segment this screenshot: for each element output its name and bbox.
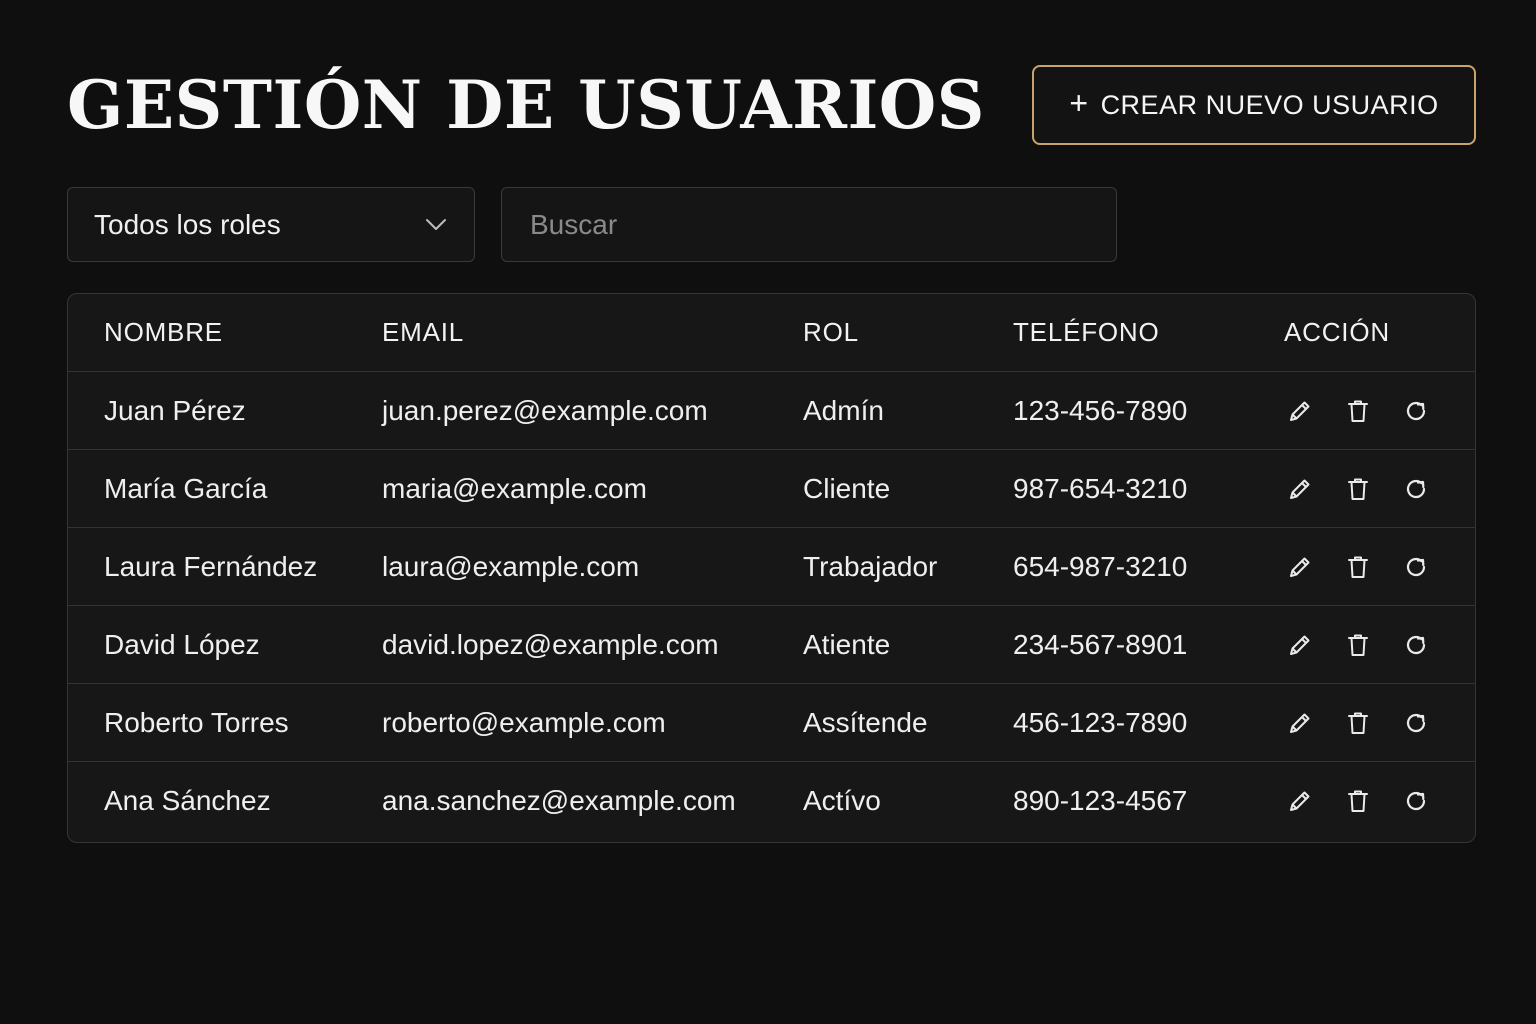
user-role: Admín — [803, 394, 884, 426]
delete-button[interactable] — [1344, 475, 1372, 503]
table-header-row: NOMBRE EMAIL ROL TELÉFONO ACCIÓN — [68, 294, 1475, 372]
reset-button[interactable] — [1402, 397, 1430, 425]
trash-icon — [1348, 712, 1368, 734]
user-phone: 456-123-7890 — [1013, 706, 1188, 738]
refresh-icon — [1406, 557, 1426, 576]
reset-button[interactable] — [1402, 631, 1430, 659]
trash-icon — [1348, 478, 1368, 500]
user-email: laura@example.com — [382, 550, 640, 582]
user-email: maria@example.com — [382, 472, 647, 504]
user-phone: 123-456-7890 — [1013, 394, 1188, 426]
role-filter-select[interactable]: Todos los roles — [67, 187, 475, 262]
user-email: roberto@example.com — [382, 706, 666, 738]
reset-button[interactable] — [1402, 475, 1430, 503]
user-phone: 234-567-8901 — [1013, 628, 1188, 660]
user-name: Laura Fernández — [104, 550, 318, 582]
table-row: Roberto Torres roberto@example.com Assít… — [68, 684, 1475, 762]
user-role: Trabajador — [803, 550, 938, 582]
table-row: Ana Sánchez ana.sanchez@example.com Actí… — [68, 762, 1475, 840]
refresh-icon — [1406, 635, 1426, 654]
create-user-button[interactable]: + CREAR NUEVO USUARIO — [1032, 65, 1476, 145]
delete-button[interactable] — [1344, 787, 1372, 815]
user-name: María García — [104, 472, 268, 504]
edit-button[interactable] — [1286, 787, 1314, 815]
trash-icon — [1348, 556, 1368, 578]
edit-button[interactable] — [1286, 397, 1314, 425]
pencil-icon — [1290, 401, 1310, 421]
column-header-action: ACCIÓN — [1284, 317, 1390, 347]
table-row: Laura Fernández laura@example.com Trabaj… — [68, 528, 1475, 606]
refresh-icon — [1406, 401, 1426, 420]
table-row: Juan Pérez juan.perez@example.com Admín … — [68, 372, 1475, 450]
edit-button[interactable] — [1286, 475, 1314, 503]
search-input[interactable] — [501, 187, 1117, 262]
reset-button[interactable] — [1402, 553, 1430, 581]
column-header-phone: TELÉFONO — [1013, 317, 1160, 347]
pencil-icon — [1290, 635, 1310, 655]
user-role: Atiente — [803, 628, 891, 660]
edit-button[interactable] — [1286, 553, 1314, 581]
refresh-icon — [1406, 791, 1426, 811]
reset-button[interactable] — [1402, 709, 1430, 737]
edit-button[interactable] — [1286, 631, 1314, 659]
row-actions — [1286, 528, 1430, 605]
user-name: Ana Sánchez — [104, 785, 271, 816]
column-header-role: ROL — [803, 317, 859, 347]
column-header-name: NOMBRE — [104, 317, 223, 347]
pencil-icon — [1290, 479, 1310, 499]
user-role: Cliente — [803, 472, 891, 504]
create-user-label: CREAR NUEVO USUARIO — [1100, 89, 1439, 120]
edit-button[interactable] — [1286, 709, 1314, 737]
user-email: david.lopez@example.com — [382, 628, 719, 660]
chevron-down-icon — [424, 213, 448, 237]
delete-button[interactable] — [1344, 397, 1372, 425]
user-phone: 987-654-3210 — [1013, 472, 1188, 504]
row-actions — [1286, 762, 1430, 840]
table-row: María García maria@example.com Cliente 9… — [68, 450, 1475, 528]
pencil-icon — [1290, 557, 1310, 577]
user-email: ana.sanchez@example.com — [382, 785, 736, 816]
table-row: David López david.lopez@example.com Atie… — [68, 606, 1475, 684]
reset-button[interactable] — [1402, 787, 1430, 815]
user-name: David López — [104, 628, 260, 660]
trash-icon — [1348, 790, 1368, 812]
refresh-icon — [1406, 713, 1426, 732]
pencil-icon — [1290, 791, 1310, 811]
refresh-icon — [1406, 479, 1426, 498]
table-body: Juan Pérez juan.perez@example.com Admín … — [68, 372, 1475, 840]
user-name: Juan Pérez — [104, 394, 246, 426]
row-actions — [1286, 450, 1430, 527]
row-actions — [1286, 606, 1430, 683]
plus-icon: + — [1069, 85, 1089, 121]
column-header-email: EMAIL — [382, 317, 465, 347]
user-email: juan.perez@example.com — [382, 394, 708, 426]
user-phone: 654-987-3210 — [1013, 550, 1188, 582]
user-management-page: GESTIÓN DE USUARIOS + CREAR NUEVO USUARI… — [0, 0, 1536, 1024]
trash-icon — [1348, 400, 1368, 422]
delete-button[interactable] — [1344, 709, 1372, 737]
user-role: Actívo — [803, 785, 881, 816]
page-title: GESTIÓN DE USUARIOS — [67, 66, 985, 144]
delete-button[interactable] — [1344, 631, 1372, 659]
user-role: Assítende — [803, 706, 928, 738]
row-actions — [1286, 684, 1430, 761]
user-name: Roberto Torres — [104, 706, 289, 738]
role-filter-value: Todos los roles — [94, 208, 281, 240]
trash-icon — [1348, 634, 1368, 656]
delete-button[interactable] — [1344, 553, 1372, 581]
pencil-icon — [1290, 713, 1310, 733]
users-table: NOMBRE EMAIL ROL TELÉFONO ACCIÓN Juan Pé… — [67, 293, 1476, 843]
row-actions — [1286, 372, 1430, 449]
user-phone: 890-123-4567 — [1013, 785, 1188, 816]
